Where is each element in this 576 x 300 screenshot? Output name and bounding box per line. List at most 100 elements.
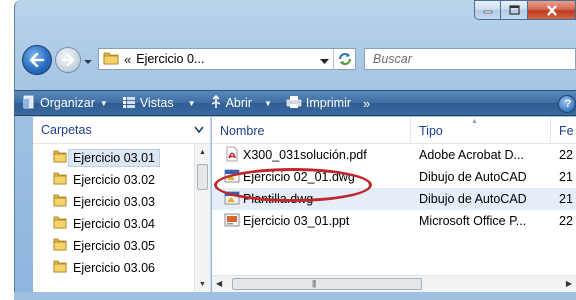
file-type: Adobe Acrobat D... <box>419 148 524 162</box>
maximize-icon <box>508 5 520 15</box>
help-button[interactable]: ? <box>558 95 576 113</box>
file-row[interactable]: Ejercicio 02_01.dwg Dibujo de AutoCAD 21 <box>212 166 576 188</box>
column-type-label: Tipo <box>419 123 443 138</box>
more-commands-button[interactable]: » <box>363 96 370 111</box>
print-label: Imprimir <box>305 96 352 110</box>
print-icon <box>286 95 302 112</box>
scroll-right-icon[interactable]: ▶ <box>566 279 572 288</box>
file-type: Microsoft Office P... <box>419 214 527 228</box>
views-label: Vistas <box>139 96 174 110</box>
folder-item[interactable]: Ejercicio 03.03 <box>33 191 195 213</box>
breadcrumb-path[interactable]: Ejercicio 0... <box>136 52 204 66</box>
back-button[interactable] <box>22 45 52 75</box>
scroll-grip-icon: ||| <box>312 279 316 288</box>
folder-icon <box>53 238 67 254</box>
ppt-file-icon <box>224 212 240 231</box>
close-icon <box>546 4 557 16</box>
recent-pages-dropdown[interactable] <box>83 56 93 66</box>
column-headers: Nombre ▲ Tipo Fe <box>212 117 576 144</box>
scroll-down-icon[interactable]: ▼ <box>195 276 210 292</box>
organize-menu[interactable]: Organizar ▼ <box>22 95 108 112</box>
chevron-down-icon: ▼ <box>99 98 108 108</box>
command-bar: Organizar ▼ Vistas ▼ Abrir ▼ Imprimir » … <box>14 90 576 116</box>
file-name: Ejercicio 02_01.dwg <box>243 170 355 184</box>
pdf-file-icon <box>224 146 240 165</box>
folders-scrollbar[interactable]: ▲ ▼ <box>194 144 210 292</box>
folder-label: Ejercicio 03.02 <box>73 173 155 187</box>
scroll-left-icon[interactable]: ◀ <box>216 279 222 288</box>
chevron-down-icon: ▼ <box>263 98 272 108</box>
horizontal-scrollbar[interactable]: ◀ ||| ▶ <box>212 275 576 292</box>
title-bar[interactable] <box>15 0 576 30</box>
open-menu[interactable]: Abrir ▼ <box>210 94 272 112</box>
print-button[interactable]: Imprimir <box>286 95 351 112</box>
folders-pane: Carpetas Ejercicio 03.01 Ejercicio 03.02… <box>33 117 211 292</box>
breadcrumb-overflow[interactable]: « <box>124 52 131 67</box>
close-button[interactable] <box>528 0 576 20</box>
folder-label: Ejercicio 03.04 <box>73 217 155 231</box>
open-label: Abrir <box>225 96 252 110</box>
file-type: Dibujo de AutoCAD <box>419 192 527 206</box>
arrow-right-icon <box>61 54 75 66</box>
folder-icon <box>53 194 67 210</box>
folder-icon <box>53 150 67 166</box>
file-date: 22 <box>559 148 573 162</box>
column-date[interactable]: Fe <box>551 117 576 144</box>
file-row[interactable]: Plantilla.dwg Dibujo de AutoCAD 21 <box>212 188 576 210</box>
column-type[interactable]: ▲ Tipo <box>411 117 551 144</box>
scroll-thumb[interactable] <box>197 164 208 190</box>
folder-icon <box>53 216 67 232</box>
caption-buttons <box>474 0 576 20</box>
views-menu[interactable]: Vistas ▼ <box>122 95 196 112</box>
search-placeholder: Buscar <box>373 52 412 66</box>
organize-label: Organizar <box>40 96 95 110</box>
file-row[interactable]: Ejercicio 03_01.ppt Microsoft Office P..… <box>212 210 576 232</box>
folders-header[interactable]: Carpetas <box>33 117 210 144</box>
search-box[interactable]: Buscar <box>364 48 576 70</box>
address-bar[interactable]: « Ejercicio 0... <box>98 48 356 70</box>
folder-label: Ejercicio 03.05 <box>73 239 155 253</box>
minimize-button[interactable] <box>474 0 501 20</box>
dwg-file-icon <box>224 190 240 209</box>
refresh-button[interactable] <box>333 49 355 69</box>
forward-button[interactable] <box>55 47 81 73</box>
file-name: X300_031solución.pdf <box>243 148 367 162</box>
scroll-up-icon[interactable]: ▲ <box>195 144 210 160</box>
refresh-icon <box>338 53 351 65</box>
chevron-down-icon[interactable] <box>194 126 204 134</box>
folder-label: Ejercicio 03.01 <box>68 149 160 167</box>
folder-label: Ejercicio 03.03 <box>73 195 155 209</box>
file-list: Nombre ▲ Tipo Fe X300_031solución.pdf Ad… <box>212 117 576 292</box>
folder-item[interactable]: Ejercicio 03.02 <box>33 169 195 191</box>
file-date: 21 <box>559 192 573 206</box>
folder-icon <box>103 51 119 68</box>
chevron-down-icon: ▼ <box>187 98 196 108</box>
organize-icon <box>22 95 36 112</box>
views-icon <box>122 95 136 112</box>
column-name-label: Nombre <box>220 123 265 138</box>
folder-item[interactable]: Ejercicio 03.05 <box>33 235 195 257</box>
folders-header-label: Carpetas <box>41 123 92 137</box>
arrow-left-icon <box>29 53 45 67</box>
column-date-label: Fe <box>559 123 574 138</box>
folder-item[interactable]: Ejercicio 03.04 <box>33 213 195 235</box>
column-name[interactable]: Nombre <box>212 117 411 144</box>
file-type: Dibujo de AutoCAD <box>419 170 527 184</box>
folder-icon <box>53 172 67 188</box>
folder-item[interactable]: Ejercicio 03.06 <box>33 257 195 279</box>
scroll-thumb[interactable] <box>232 278 422 290</box>
sort-ascending-icon: ▲ <box>471 118 478 125</box>
file-row[interactable]: X300_031solución.pdf Adobe Acrobat D... … <box>212 144 576 166</box>
folder-tree: Ejercicio 03.01 Ejercicio 03.02 Ejercici… <box>33 147 195 279</box>
folder-icon <box>53 260 67 276</box>
open-icon <box>210 94 222 112</box>
minimize-icon <box>483 10 492 14</box>
maximize-button[interactable] <box>501 0 528 20</box>
folder-label: Ejercicio 03.06 <box>73 261 155 275</box>
file-date: 21 <box>559 170 573 184</box>
file-name: Plantilla.dwg <box>243 192 314 206</box>
folder-item[interactable]: Ejercicio 03.01 <box>33 147 195 169</box>
file-name: Ejercicio 03_01.ppt <box>243 214 350 228</box>
address-dropdown-icon[interactable] <box>320 55 329 69</box>
window-bottom-frame <box>14 292 576 300</box>
